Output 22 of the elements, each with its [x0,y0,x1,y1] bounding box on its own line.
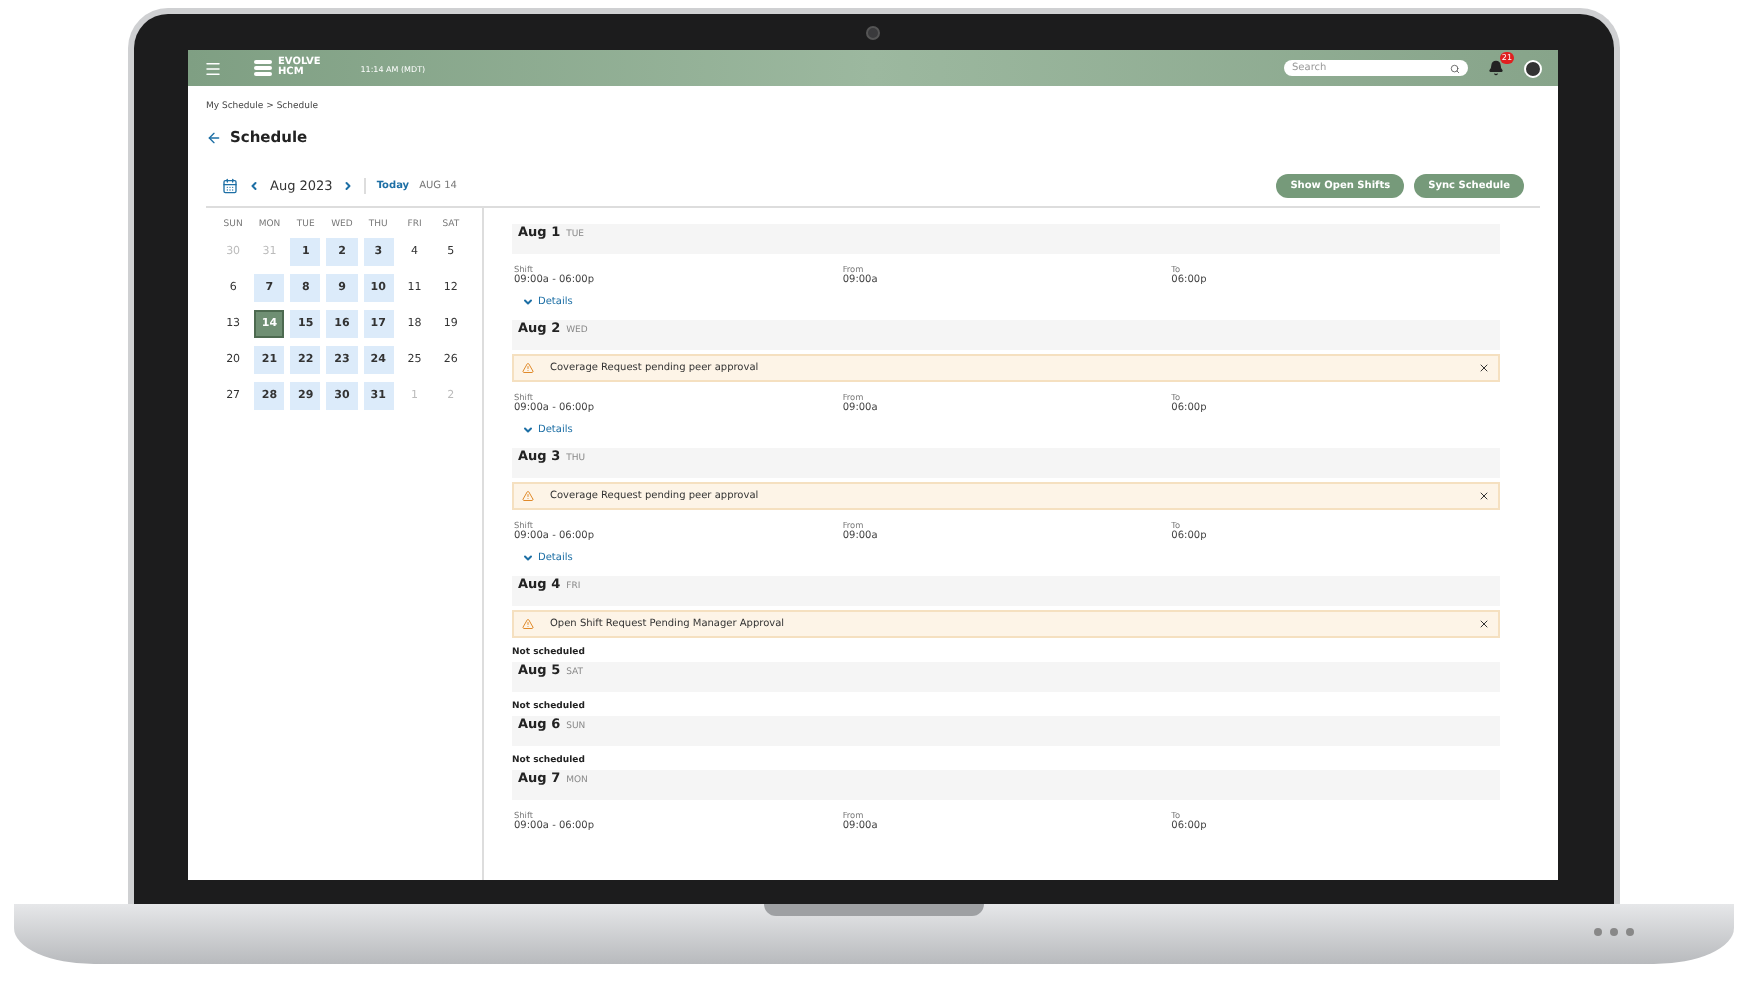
close-icon[interactable] [1478,362,1490,374]
close-icon[interactable] [1478,618,1490,630]
previous-month-icon[interactable] [248,180,260,192]
back-arrow-icon[interactable] [206,129,222,145]
indicator-light [1593,928,1601,936]
warning-icon [522,618,534,630]
search-icon[interactable] [1450,63,1460,73]
menu-icon[interactable] [204,59,222,77]
next-month-icon[interactable] [342,180,355,192]
logo-icon [254,60,272,76]
avatar[interactable] [1524,59,1542,77]
indicator-light [1625,928,1633,936]
close-icon[interactable] [1478,490,1490,502]
chevron-down-icon [522,296,534,308]
indicator-light [1609,928,1617,936]
camera-icon [866,25,880,39]
calendar-icon[interactable] [222,178,238,194]
bell-icon[interactable] [1488,60,1504,76]
chevron-down-icon [522,552,534,564]
warning-icon [522,362,534,374]
chevron-down-icon [522,424,534,436]
warning-icon [522,490,534,502]
